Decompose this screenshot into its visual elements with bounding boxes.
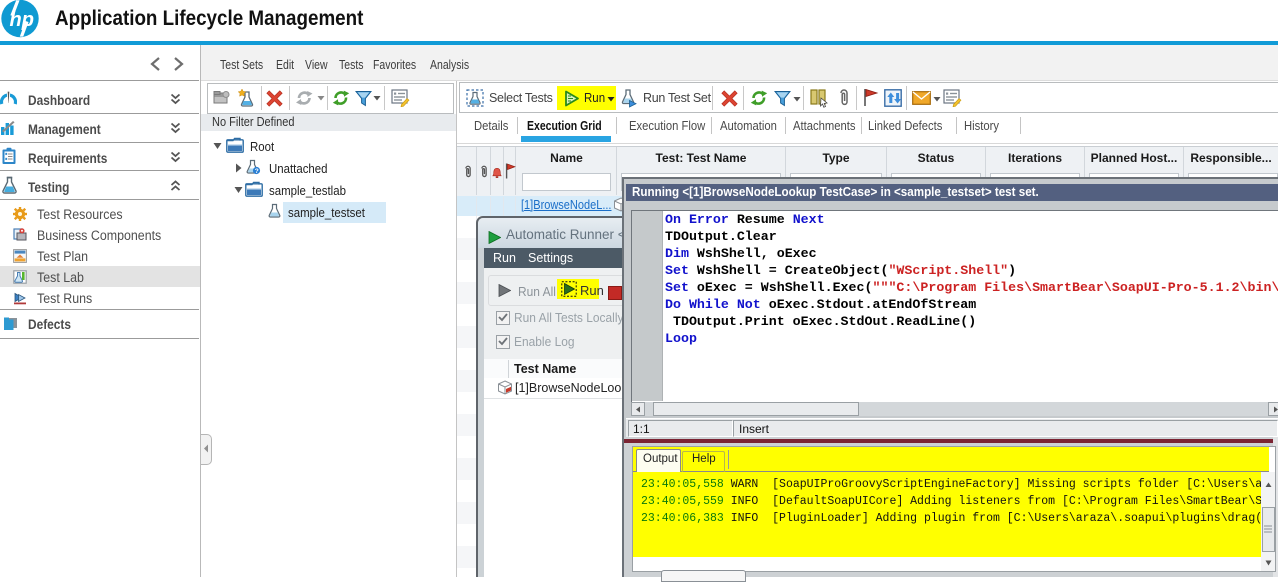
svg-text:?: ? [255,168,259,175]
